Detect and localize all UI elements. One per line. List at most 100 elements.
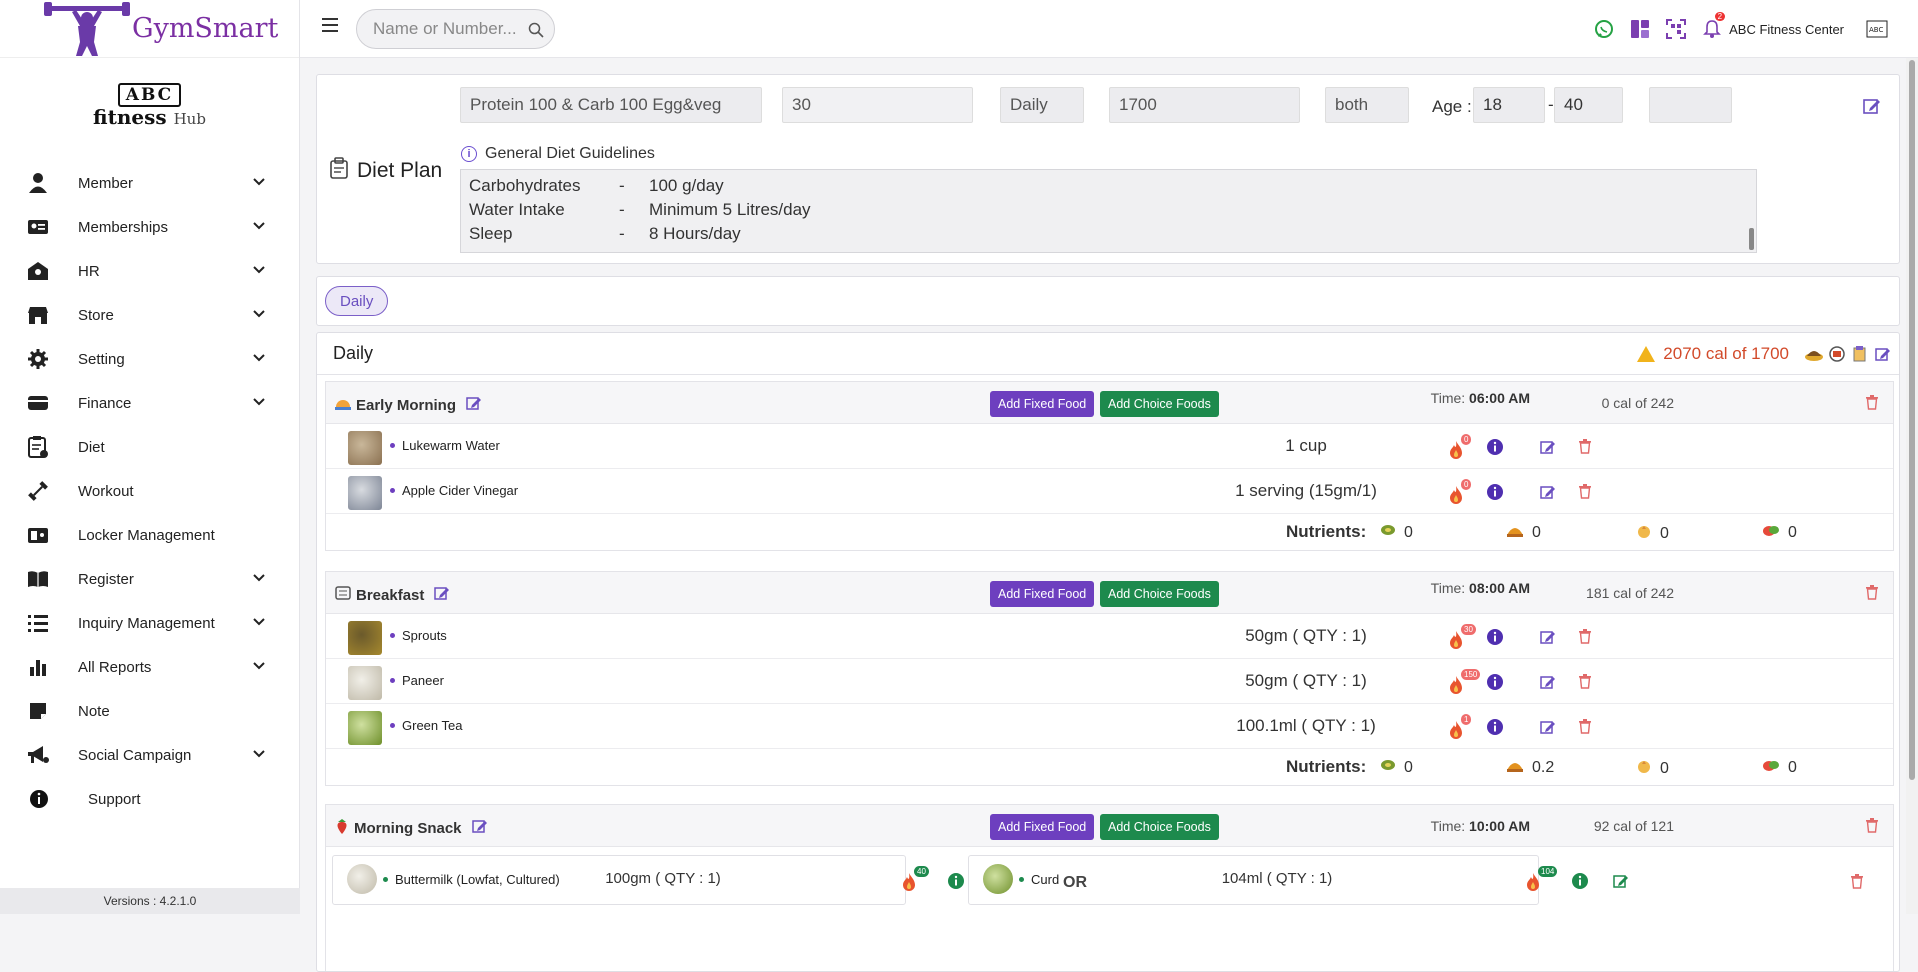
age-from-field[interactable]: 18 bbox=[1473, 87, 1545, 123]
chevron-down-icon[interactable] bbox=[252, 219, 266, 233]
notification-bell-icon[interactable]: 2 bbox=[1699, 12, 1726, 42]
add-fixed-food-button[interactable]: Add Fixed Food bbox=[990, 391, 1095, 417]
edit-food-icon[interactable] bbox=[1540, 484, 1558, 502]
add-choice-foods-button[interactable]: Add Choice Foods bbox=[1100, 581, 1219, 607]
tab-daily[interactable]: Daily bbox=[325, 286, 389, 316]
add-fixed-food-button[interactable]: Add Fixed Food bbox=[990, 581, 1095, 607]
sidebar-item-memberships[interactable]: Memberships bbox=[0, 205, 299, 249]
guidelines-textarea[interactable]: Carbohydrates - 100 g/day Water Intake - Mini… bbox=[460, 169, 1757, 253]
age-to-field[interactable]: 40 bbox=[1554, 87, 1623, 123]
search-input[interactable]: Name or Number... bbox=[356, 9, 555, 49]
edit-day-icon[interactable] bbox=[1873, 344, 1893, 364]
food-info-icon[interactable] bbox=[1486, 718, 1504, 736]
sidebar-item-hr[interactable]: HR bbox=[0, 249, 299, 293]
plan-name-field[interactable]: Protein 100 & Carb 100 Egg&veg bbox=[460, 87, 762, 123]
food-info-icon[interactable] bbox=[1486, 628, 1504, 646]
chevron-down-icon[interactable] bbox=[252, 747, 266, 761]
guidelines-scrollbar[interactable] bbox=[1749, 228, 1754, 250]
dashboard-grid-icon[interactable] bbox=[1627, 16, 1653, 42]
plan-days-field[interactable]: 30 bbox=[782, 87, 973, 123]
food-quantity: 50gm ( QTY : 1) bbox=[1245, 626, 1367, 645]
edit-meal-icon[interactable] bbox=[434, 585, 450, 605]
edit-plan-icon[interactable] bbox=[1863, 97, 1881, 120]
food-calories-badge: 1 bbox=[1461, 714, 1472, 725]
sidebar-item-locker-management[interactable]: Locker Management bbox=[0, 513, 299, 557]
chevron-down-icon[interactable] bbox=[252, 175, 266, 189]
edit-food-icon[interactable] bbox=[1540, 439, 1558, 457]
search-icon[interactable] bbox=[528, 22, 544, 43]
nutrient-fiber: 0 bbox=[1762, 758, 1797, 777]
nutrition-chart-icon[interactable] bbox=[1827, 344, 1847, 364]
sidebar-item-inquiry-management[interactable]: Inquiry Management bbox=[0, 601, 299, 645]
meal-plate-icon[interactable] bbox=[1804, 344, 1824, 364]
food-info-icon[interactable] bbox=[1571, 872, 1589, 890]
add-choice-foods-button[interactable]: Add Choice Foods bbox=[1100, 814, 1219, 840]
plan-calories-field[interactable]: 1700 bbox=[1109, 87, 1300, 123]
food-info-icon[interactable] bbox=[1486, 438, 1504, 456]
meal-time: Time: 06:00 AM bbox=[1430, 390, 1530, 406]
edit-food-icon[interactable] bbox=[1540, 629, 1558, 647]
center-logo-avatar[interactable]: ABC bbox=[1864, 16, 1890, 42]
plan-frequency-field[interactable]: Daily bbox=[1000, 87, 1084, 123]
add-fixed-food-button[interactable]: Add Fixed Food bbox=[990, 814, 1095, 840]
sidebar-item-setting[interactable]: Setting bbox=[0, 337, 299, 381]
guideline-row: Carbohydrates - 100 g/day bbox=[469, 176, 724, 198]
copy-document-icon[interactable] bbox=[1850, 344, 1870, 364]
sidebar-item-label: Note bbox=[78, 702, 110, 720]
sidebar: GymSmart ABC fitness Hub Member Membershi… bbox=[0, 0, 300, 914]
chevron-down-icon[interactable] bbox=[252, 307, 266, 321]
hamburger-menu-icon[interactable] bbox=[322, 18, 340, 32]
edit-food-icon[interactable] bbox=[1540, 674, 1558, 692]
chevron-down-icon[interactable] bbox=[252, 659, 266, 673]
food-calories: 0 bbox=[1446, 479, 1476, 509]
sidebar-item-workout[interactable]: Workout bbox=[0, 469, 299, 513]
sidebar-item-register[interactable]: Register bbox=[0, 557, 299, 601]
edit-meal-icon[interactable] bbox=[471, 818, 488, 838]
sidebar-item-store[interactable]: Store bbox=[0, 293, 299, 337]
delete-food-icon[interactable] bbox=[1578, 673, 1596, 691]
page-scrollbar[interactable] bbox=[1906, 58, 1918, 914]
sidebar-item-finance[interactable]: Finance bbox=[0, 381, 299, 425]
delete-meal-icon[interactable] bbox=[1865, 817, 1879, 838]
plan-extra-field[interactable] bbox=[1649, 87, 1732, 123]
qr-scan-icon[interactable] bbox=[1663, 16, 1689, 42]
food-info-icon[interactable] bbox=[1486, 483, 1504, 501]
sidebar-item-support[interactable]: Support bbox=[0, 777, 299, 821]
sidebar-item-label: All Reports bbox=[78, 658, 152, 676]
delete-food-icon[interactable] bbox=[1578, 628, 1596, 646]
brand-name: GymSmart bbox=[132, 13, 279, 44]
clipboard-icon bbox=[329, 157, 357, 185]
food-info-icon[interactable] bbox=[1486, 673, 1504, 691]
sidebar-item-member[interactable]: Member bbox=[0, 161, 299, 205]
sidebar-item-note[interactable]: Note bbox=[0, 689, 299, 733]
protein-icon bbox=[1380, 758, 1396, 777]
delete-choice-icon[interactable] bbox=[1850, 873, 1868, 891]
edit-food-icon[interactable] bbox=[1540, 719, 1558, 737]
chevron-down-icon[interactable] bbox=[252, 395, 266, 409]
sidebar-item-social-campaign[interactable]: Social Campaign bbox=[0, 733, 299, 777]
chevron-down-icon[interactable] bbox=[252, 351, 266, 365]
delete-food-icon[interactable] bbox=[1578, 718, 1596, 736]
tabs-card: Daily bbox=[316, 276, 1900, 326]
plan-type-field[interactable]: both bbox=[1325, 87, 1409, 123]
chevron-down-icon[interactable] bbox=[252, 615, 266, 629]
carb-icon bbox=[1506, 758, 1524, 777]
delete-food-icon[interactable] bbox=[1578, 483, 1596, 501]
center-name[interactable]: ABC Fitness Center bbox=[1729, 22, 1844, 37]
whatsapp-icon[interactable] bbox=[1591, 16, 1617, 42]
chevron-down-icon[interactable] bbox=[252, 263, 266, 277]
brand-logo[interactable]: GymSmart bbox=[0, 0, 299, 58]
sidebar-item-all-reports[interactable]: All Reports bbox=[0, 645, 299, 689]
add-choice-foods-button[interactable]: Add Choice Foods bbox=[1100, 391, 1219, 417]
guideline-value: 100 g/day bbox=[649, 176, 724, 195]
chevron-down-icon[interactable] bbox=[252, 571, 266, 585]
food-calories-badge: 30 bbox=[1461, 624, 1476, 635]
delete-meal-icon[interactable] bbox=[1865, 584, 1879, 605]
sidebar-item-diet[interactable]: Diet bbox=[0, 425, 299, 469]
food-info-icon[interactable] bbox=[947, 872, 965, 890]
edit-food-icon[interactable] bbox=[1613, 873, 1631, 891]
delete-food-icon[interactable] bbox=[1578, 438, 1596, 456]
edit-meal-icon[interactable] bbox=[466, 395, 482, 415]
diet-plan-card: Protein 100 & Carb 100 Egg&veg 30 Daily … bbox=[316, 74, 1900, 264]
delete-meal-icon[interactable] bbox=[1865, 394, 1879, 415]
